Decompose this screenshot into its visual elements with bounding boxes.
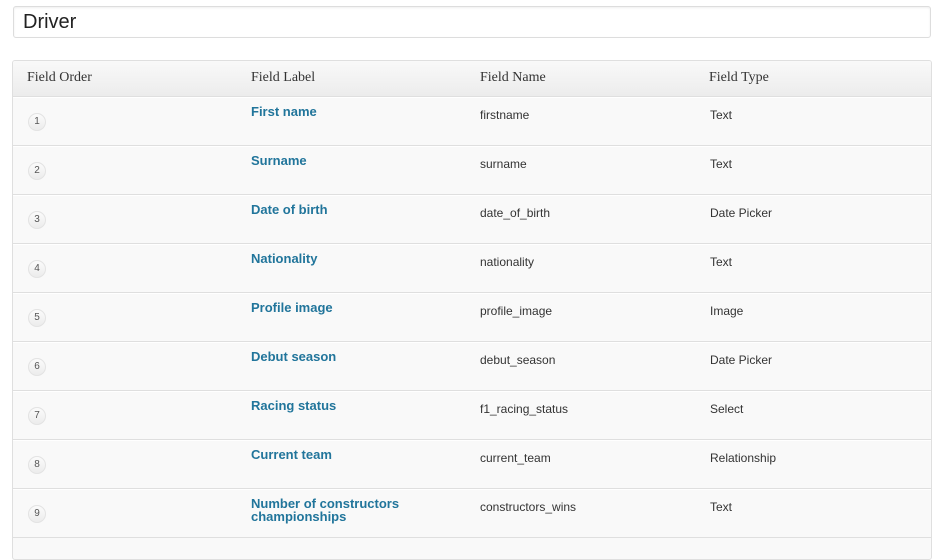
field-type: Select: [710, 402, 744, 416]
field-row[interactable]: 5 Profile image profile_image Image: [13, 293, 931, 342]
field-name: debut_season: [480, 353, 556, 367]
table-header: Field Order Field Label Field Name Field…: [13, 61, 931, 97]
field-row[interactable]: 9 Number of constructors championships c…: [13, 489, 931, 538]
field-name: current_team: [480, 451, 551, 465]
field-type: Text: [710, 157, 733, 171]
field-row[interactable]: 6 Debut season debut_season Date Picker: [13, 342, 931, 391]
field-label-link[interactable]: Profile image: [251, 301, 441, 314]
field-name: constructors_wins: [480, 500, 577, 514]
field-order-badge[interactable]: 8: [28, 456, 46, 474]
field-type: Date Picker: [710, 353, 773, 367]
field-row[interactable]: 1 First name firstname Text: [13, 97, 931, 146]
field-label-link[interactable]: Date of birth: [251, 203, 441, 216]
post-title-input[interactable]: [13, 6, 931, 38]
field-row[interactable]: 4 Nationality nationality Text: [13, 244, 931, 293]
field-type: Relationship: [710, 451, 777, 465]
field-name: f1_racing_status: [480, 402, 569, 416]
field-name: nationality: [480, 255, 535, 269]
field-type: Text: [710, 108, 733, 122]
field-label-link[interactable]: Racing status: [251, 399, 441, 412]
field-label-link[interactable]: Number of constructors championships: [251, 497, 441, 523]
field-label-link[interactable]: First name: [251, 105, 441, 118]
field-type: Text: [710, 500, 733, 514]
field-order-badge[interactable]: 3: [28, 211, 46, 229]
header-field-label: Field Label: [251, 70, 316, 85]
field-label-link[interactable]: Current team: [251, 448, 441, 461]
field-type: Image: [710, 304, 744, 318]
field-label-link[interactable]: Surname: [251, 154, 441, 167]
field-type: Text: [710, 255, 733, 269]
header-field-name: Field Name: [480, 70, 546, 85]
field-order-badge[interactable]: 5: [28, 309, 46, 327]
header-field-order: Field Order: [27, 70, 92, 85]
field-row[interactable]: 8 Current team current_team Relationship: [13, 440, 931, 489]
field-name: date_of_birth: [480, 206, 551, 220]
field-type: Date Picker: [710, 206, 773, 220]
field-row[interactable]: 2 Surname surname Text: [13, 146, 931, 195]
field-order-badge[interactable]: 1: [28, 113, 46, 131]
header-field-type: Field Type: [709, 70, 769, 85]
field-order-badge[interactable]: 2: [28, 162, 46, 180]
field-row[interactable]: 7 Racing status f1_racing_status Select: [13, 391, 931, 440]
field-order-badge[interactable]: 6: [28, 358, 46, 376]
field-name: profile_image: [480, 304, 553, 318]
field-name: firstname: [480, 108, 530, 122]
field-order-badge[interactable]: 7: [28, 407, 46, 425]
fields-table: Field Order Field Label Field Name Field…: [12, 60, 932, 560]
field-name: surname: [480, 157, 527, 171]
field-row[interactable]: 3 Date of birth date_of_birth Date Picke…: [13, 195, 931, 244]
field-order-badge[interactable]: 4: [28, 260, 46, 278]
field-order-badge[interactable]: 9: [28, 505, 46, 523]
field-label-link[interactable]: Debut season: [251, 350, 441, 363]
field-label-link[interactable]: Nationality: [251, 252, 441, 265]
